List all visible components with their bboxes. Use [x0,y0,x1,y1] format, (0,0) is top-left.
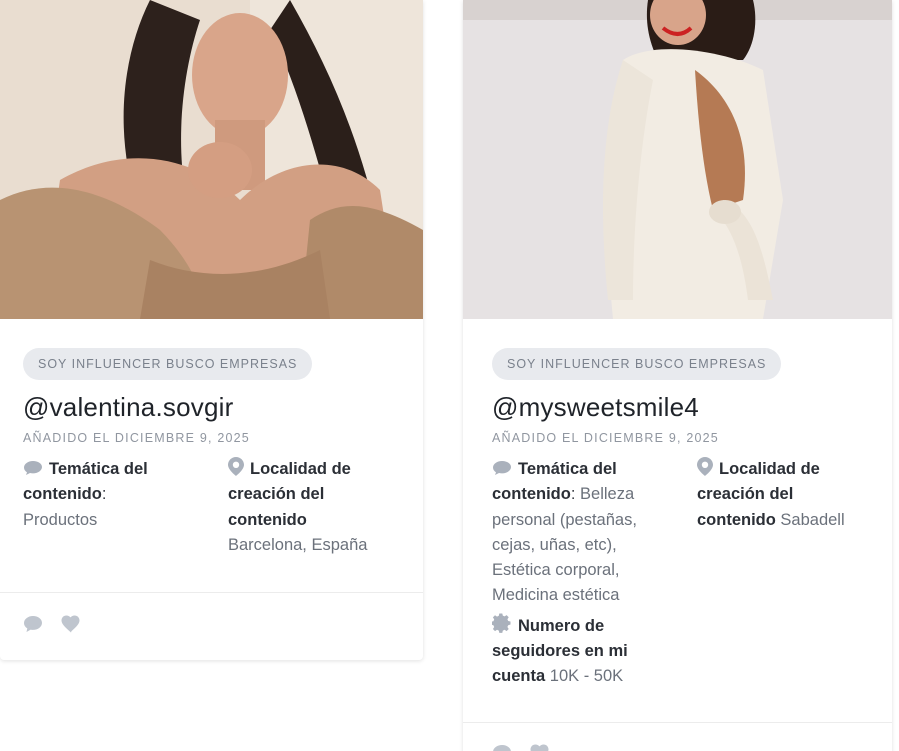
location-field: Localidad de creación del contenido Saba… [667,457,869,609]
category-chip[interactable]: SOY INFLUENCER BUSCO EMPRESAS [23,348,313,380]
topic-field: Temática del contenido: Belleza personal… [492,457,667,609]
influencer-grid: SOY INFLUENCER BUSCO EMPRESAS @valentina… [0,0,899,751]
comment-icon[interactable] [23,615,43,633]
card-meta: Temática del contenido: Productos Locali… [23,457,400,558]
speech-bubble-icon [23,460,43,476]
added-date: AÑADIDO EL DICIEMBRE 9, 2025 [23,431,250,445]
map-pin-icon [697,457,713,476]
influencer-card: SOY INFLUENCER BUSCO EMPRESAS @valentina… [0,0,423,660]
profile-photo[interactable] [463,0,892,319]
card-divider [463,722,892,723]
topic-colon: : [101,485,107,504]
card-divider [0,592,423,593]
gear-icon [492,613,512,633]
location-label: Localidad de creación del contenido [228,460,351,529]
topic-field: Temática del contenido: Productos [23,457,228,558]
influencer-card: SOY INFLUENCER BUSCO EMPRESAS @mysweetsm… [463,0,892,751]
location-field: Localidad de creación del contenido Barc… [228,457,400,558]
comment-icon[interactable] [492,744,512,751]
added-date: AÑADIDO EL DICIEMBRE 9, 2025 [492,431,719,445]
map-pin-icon [228,457,244,476]
topic-value: Productos [23,510,98,529]
location-value: Barcelona, España [228,535,368,554]
card-meta: Temática del contenido: Belleza personal… [492,457,869,609]
heart-icon[interactable] [61,615,81,633]
topic-colon: : [570,485,576,504]
location-value: Sabadell [780,510,845,529]
followers-value: 10K - 50K [549,667,624,686]
card-actions [23,615,81,633]
influencer-handle[interactable]: @valentina.sovgir [23,392,400,423]
category-chip[interactable]: SOY INFLUENCER BUSCO EMPRESAS [492,348,782,380]
speech-bubble-icon [492,460,512,476]
followers-field: Numero de seguidores en mi cuenta 10K - … [492,613,672,690]
card-actions [492,744,550,751]
heart-icon[interactable] [530,744,550,751]
influencer-handle[interactable]: @mysweetsmile4 [492,392,869,423]
profile-photo[interactable] [0,0,423,319]
